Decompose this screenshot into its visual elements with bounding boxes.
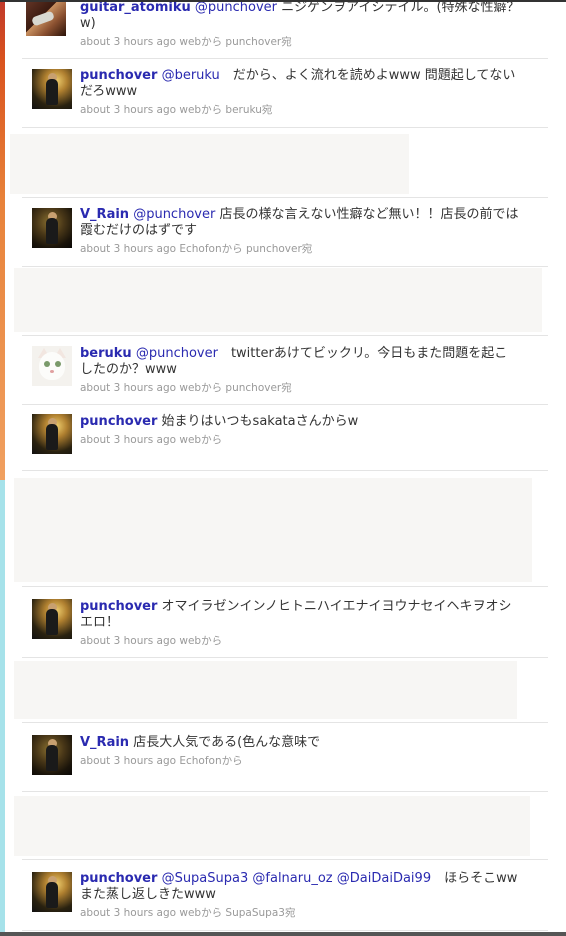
guitar-icon <box>31 10 55 27</box>
tweet-meta: about 3 hours ago webから SupaSupa3宛 <box>80 907 296 919</box>
tweet-meta: about 3 hours ago webから beruku宛 <box>80 104 273 116</box>
tweet-item: punchover @SupaSupa3 @falnaru_oz @DaiDai… <box>22 859 548 931</box>
tweet-text: punchover 始まりはいつもsakataさんからw <box>80 414 520 430</box>
cat-face-icon <box>39 352 65 380</box>
empty-tweet-placeholder <box>10 134 409 194</box>
tweet-item: punchover 始まりはいつもsakataさんからw about 3 hou… <box>22 404 548 471</box>
tweet-text: punchover @beruku だから、よく流れを読めよwww 問題起してな… <box>80 68 520 100</box>
screen-name-link[interactable]: beruku <box>80 346 132 361</box>
screen-name-link[interactable]: V_Rain <box>80 207 129 222</box>
window-top-border <box>0 0 566 2</box>
tweet-item: V_Rain @punchover 店長の様な言えない性癖など無い！！店長の前で… <box>22 197 548 267</box>
figure-icon <box>46 218 58 244</box>
figure-icon <box>46 745 58 771</box>
figure-icon <box>46 882 58 908</box>
cat-eye-icon <box>44 361 50 367</box>
tweet-meta: about 3 hours ago webから punchover宛 <box>80 382 292 394</box>
tweet-meta: about 3 hours ago Echofonから <box>80 755 243 767</box>
tweet-item: punchover オマイラゼンインノヒトニハイエナイヨウナセイヘキヲオシエロ！… <box>22 586 548 658</box>
avatar-V_Rain[interactable] <box>30 733 74 777</box>
figure-icon <box>46 424 58 450</box>
screen-name-link[interactable]: punchover <box>80 414 157 429</box>
tweet-text: V_Rain @punchover 店長の様な言えない性癖など無い！！店長の前で… <box>80 207 520 239</box>
tweet-body: 店長大人気である(色んな意味で <box>129 735 321 750</box>
mention-link[interactable]: @SupaSupa3 <box>162 871 249 886</box>
tweet-item: V_Rain 店長大人気である(色んな意味で about 3 hours ago… <box>22 722 548 792</box>
screen-name-link[interactable]: punchover <box>80 871 157 886</box>
screen-name-link[interactable]: punchover <box>80 599 157 614</box>
figure-icon <box>46 79 58 105</box>
window-bottom-border <box>0 932 566 936</box>
tweet-item: beruku @punchover twitterあけてビックリ。今日もまた問題… <box>22 335 548 405</box>
avatar-punchover[interactable] <box>30 870 74 914</box>
tweet-item: guitar_atomiku @punchover ニジゲンヲアイシテイル。(特… <box>22 0 548 59</box>
empty-tweet-placeholder <box>14 661 517 719</box>
avatar-punchover[interactable] <box>30 412 74 456</box>
empty-tweet-placeholder <box>14 796 530 856</box>
tweet-text: punchover @SupaSupa3 @falnaru_oz @DaiDai… <box>80 871 520 903</box>
tweet-timeline: guitar_atomiku @punchover ニジゲンヲアイシテイル。(特… <box>0 0 566 936</box>
cat-nose-icon <box>50 370 54 373</box>
tweet-meta: about 3 hours ago webから punchover宛 <box>80 36 292 48</box>
avatar-beruku[interactable] <box>30 344 74 388</box>
avatar-punchover[interactable] <box>30 67 74 111</box>
tweet-text: guitar_atomiku @punchover ニジゲンヲアイシテイル。(特… <box>80 0 520 32</box>
avatar-V_Rain[interactable] <box>30 206 74 250</box>
cat-eye-icon <box>55 361 61 367</box>
avatar-punchover[interactable] <box>30 597 74 641</box>
tweet-meta: about 3 hours ago Echofonから punchover宛 <box>80 243 313 255</box>
tweet-meta: about 3 hours ago webから <box>80 434 223 446</box>
mention-link[interactable]: @falnaru_oz <box>252 871 332 886</box>
tweet-item: punchover @beruku だから、よく流れを読めよwww 問題起してな… <box>22 59 548 128</box>
empty-tweet-placeholder <box>14 268 542 332</box>
mention-link[interactable]: @punchover <box>195 0 277 15</box>
empty-tweet-placeholder <box>14 478 532 582</box>
avatar-guitar_atomiku[interactable] <box>24 0 68 38</box>
mention-link[interactable]: @punchover <box>136 346 218 361</box>
mention-link[interactable]: @beruku <box>162 68 220 83</box>
mention-link[interactable]: @punchover <box>133 207 215 222</box>
tweet-text: punchover オマイラゼンインノヒトニハイエナイヨウナセイヘキヲオシエロ！ <box>80 599 520 631</box>
tweet-meta: about 3 hours ago webから <box>80 635 223 647</box>
tweet-text: beruku @punchover twitterあけてビックリ。今日もまた問題… <box>80 346 520 378</box>
screen-name-link[interactable]: guitar_atomiku <box>80 0 191 15</box>
mention-link[interactable]: @DaiDaiDai99 <box>337 871 431 886</box>
tweet-body: 始まりはいつもsakataさんからw <box>157 414 359 429</box>
figure-icon <box>46 609 58 635</box>
screen-name-link[interactable]: V_Rain <box>80 735 129 750</box>
tweet-text: V_Rain 店長大人気である(色んな意味で <box>80 735 520 751</box>
screen-name-link[interactable]: punchover <box>80 68 157 83</box>
